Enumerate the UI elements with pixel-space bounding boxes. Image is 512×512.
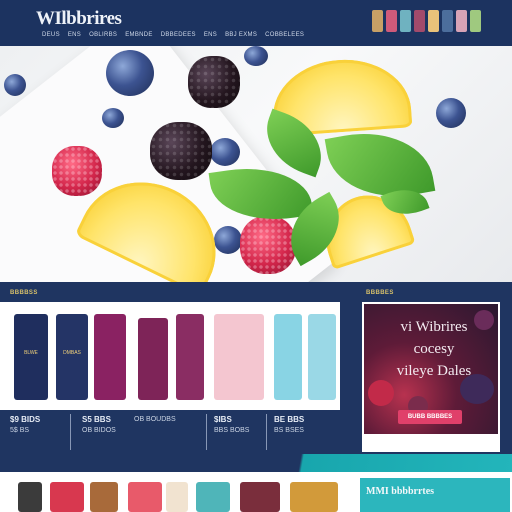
raspberry — [240, 216, 296, 274]
promo-title: vi Wibrires cocesy vileye Dales — [372, 316, 496, 382]
blueberry — [244, 46, 268, 66]
price-item[interactable]: $IBS BBS BOBS — [214, 414, 249, 436]
price-subtext: BBS BOBS — [214, 427, 250, 434]
header-thumbnail[interactable] — [428, 10, 439, 32]
products-section-label: BBBBSS — [10, 290, 38, 296]
blueberry — [4, 74, 26, 96]
promo-button[interactable]: BUBB BBBBES — [398, 410, 462, 424]
price-text: $9 BIDS — [10, 415, 41, 424]
product-label: DMBAS — [63, 350, 81, 356]
berry-decoration — [368, 380, 394, 406]
price-subtext: OB BOUDBS — [134, 416, 176, 423]
header-thumbnail[interactable] — [470, 10, 481, 32]
price-text: S5 BBS — [82, 415, 111, 424]
blackberry — [150, 122, 212, 180]
price-item[interactable]: S5 BBS OB BIDOS — [82, 414, 116, 436]
promo-title-line: vi Wibrires — [400, 319, 468, 335]
price-item[interactable]: BE BBS BS BSES — [274, 414, 304, 436]
bottom-banner-title: MMI bbbbrrtes — [366, 486, 435, 497]
blueberry — [210, 138, 240, 166]
header-thumbnail[interactable] — [456, 10, 467, 32]
product-bottle[interactable] — [138, 318, 168, 400]
product-thumbnail[interactable] — [90, 482, 118, 512]
price-text: BE BBS — [274, 415, 305, 424]
divider — [206, 414, 207, 450]
header-thumbnail[interactable] — [372, 10, 383, 32]
product-thumbnail[interactable] — [196, 482, 230, 512]
nav-item[interactable]: DBBEDEES — [161, 32, 196, 38]
blueberry — [436, 98, 466, 128]
header-thumbnail[interactable] — [414, 10, 425, 32]
nav-item[interactable]: EMBNDE — [125, 32, 152, 38]
price-text: $IBS — [214, 415, 232, 424]
header-thumbnails — [372, 10, 481, 32]
product-tube[interactable] — [214, 314, 264, 400]
page: WIlbbrires DEUS ENS OBLIRBS EMBNDE DBBED… — [0, 0, 512, 512]
divider — [70, 414, 71, 450]
header: WIlbbrires DEUS ENS OBLIRBS EMBNDE DBBED… — [0, 0, 512, 46]
blackberry — [188, 56, 240, 108]
product-tube[interactable] — [308, 314, 336, 400]
product-tube[interactable] — [274, 314, 302, 400]
divider — [266, 414, 267, 450]
products-panel: BLWE DMBAS — [0, 302, 340, 410]
header-thumbnail[interactable] — [400, 10, 411, 32]
product-bottle[interactable]: DMBAS — [56, 314, 88, 400]
header-thumbnail[interactable] — [386, 10, 397, 32]
product-bottle[interactable]: BLWE — [14, 314, 48, 400]
price-row: $9 BIDS 5$ BS S5 BBS OB BIDOS OB BOUDBS … — [0, 410, 340, 454]
blueberry — [214, 226, 242, 254]
promo-title-line: cocesy — [413, 341, 455, 357]
price-subtext: BS BSES — [274, 427, 304, 434]
nav-item[interactable]: OBLIRBS — [89, 32, 117, 38]
price-item[interactable]: OB BOUDBS — [134, 414, 176, 425]
hero-image — [0, 46, 512, 282]
promo-title-line: vileye Dales — [396, 363, 472, 379]
nav-item[interactable]: ENS — [204, 32, 217, 38]
price-subtext: OB BIDOS — [82, 427, 116, 434]
product-label: BLWE — [24, 350, 38, 356]
header-thumbnail[interactable] — [442, 10, 453, 32]
nav-item[interactable]: ENS — [68, 32, 81, 38]
nav-item[interactable]: COBBELEES — [265, 32, 304, 38]
blueberry — [102, 108, 124, 128]
teal-band — [248, 454, 512, 472]
product-thumbnail[interactable] — [128, 482, 162, 512]
product-thumbnail[interactable] — [18, 482, 42, 512]
product-thumbnail[interactable] — [166, 482, 188, 512]
product-tube[interactable] — [94, 314, 126, 400]
promo-card[interactable]: vi Wibrires cocesy vileye Dales BUBB BBB… — [362, 302, 500, 452]
main-nav: DEUS ENS OBLIRBS EMBNDE DBBEDEES ENS BBJ… — [42, 32, 304, 38]
blueberry — [106, 50, 154, 96]
product-thumbnail[interactable] — [50, 482, 84, 512]
product-thumbnail-strip — [0, 472, 350, 512]
raspberry — [52, 146, 102, 196]
price-item[interactable]: $9 BIDS 5$ BS — [10, 414, 40, 436]
bottom-banner[interactable]: MMI bbbbrrtes — [350, 472, 512, 512]
nav-item[interactable]: DEUS — [42, 32, 60, 38]
product-thumbnail[interactable] — [240, 482, 280, 512]
nav-item[interactable]: BBJ EXMS — [225, 32, 257, 38]
site-logo[interactable]: WIlbbrires — [36, 8, 122, 30]
promo-section-label: BBBBES — [366, 290, 394, 296]
price-subtext: 5$ BS — [10, 427, 30, 434]
product-thumbnail[interactable] — [290, 482, 338, 512]
product-tube[interactable] — [176, 314, 204, 400]
